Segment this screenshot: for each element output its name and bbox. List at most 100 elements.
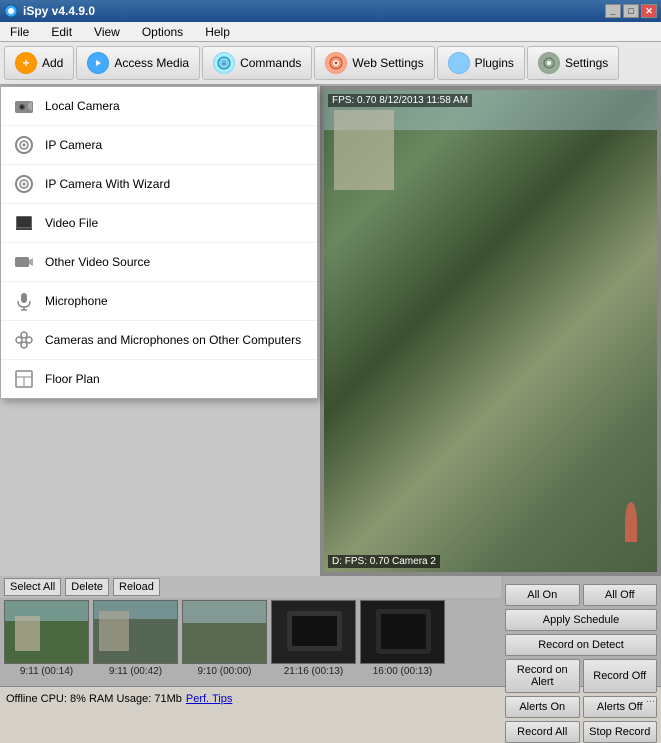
access-media-label: Access Media	[114, 56, 189, 70]
main-content: Local Camera IP Camera IP Camera With Wi…	[0, 86, 661, 576]
stop-record-button[interactable]: Stop Record	[583, 721, 658, 743]
access-media-button[interactable]: Access Media	[76, 46, 200, 80]
cameras-other-icon	[13, 329, 35, 351]
ip-camera-item[interactable]: IP Camera	[1, 126, 317, 165]
camera-overlay-text: FPS: 0.70 8/12/2013 11:58 AM	[328, 94, 472, 107]
thumbnail-item-1[interactable]: 9:11 (00:14)	[4, 600, 89, 677]
thumbnail-header: Select All Delete Reload	[0, 576, 501, 598]
record-off-button[interactable]: Record Off	[583, 659, 658, 693]
microphone-icon	[13, 290, 35, 312]
add-button[interactable]: + Add	[4, 46, 74, 80]
web-settings-icon	[325, 52, 347, 74]
camera-building-decoration	[334, 110, 394, 190]
add-dropdown-menu: Local Camera IP Camera IP Camera With Wi…	[0, 86, 318, 399]
minimize-button[interactable]: _	[605, 4, 621, 18]
camera-feed: FPS: 0.70 8/12/2013 11:58 AM D: FPS: 0.7…	[324, 90, 657, 572]
alerts-on-button[interactable]: Alerts On	[505, 696, 580, 718]
commands-button[interactable]: ≡ Commands	[202, 46, 312, 80]
window-controls[interactable]: _ □ ✕	[605, 4, 657, 18]
video-file-icon	[13, 212, 35, 234]
plugins-button[interactable]: Plugins	[437, 46, 525, 80]
ip-camera-wizard-label: IP Camera With Wizard	[45, 177, 170, 191]
cameras-other-item[interactable]: Cameras and Microphones on Other Compute…	[1, 321, 317, 360]
floor-plan-label: Floor Plan	[45, 372, 100, 386]
record-on-alert-button[interactable]: Record on Alert	[505, 659, 580, 693]
add-label: Add	[42, 56, 63, 70]
other-video-item[interactable]: Other Video Source	[1, 243, 317, 282]
bottom-section: Select All Delete Reload 9:11 (00:14) 9:…	[0, 576, 661, 686]
settings-button[interactable]: Settings	[527, 46, 619, 80]
thumb-label-3: 9:10 (00:00)	[198, 666, 252, 677]
local-camera-icon	[13, 95, 35, 117]
plugins-label: Plugins	[475, 56, 514, 70]
web-settings-button[interactable]: Web Settings	[314, 46, 434, 80]
camera-figure-decoration	[625, 502, 637, 542]
thumb-img-4	[271, 600, 356, 664]
thumb-label-5: 16:00 (00:13)	[373, 666, 433, 677]
menu-file[interactable]: File	[4, 23, 35, 41]
record-all-button[interactable]: Record All	[505, 721, 580, 743]
thumbnail-item-3[interactable]: 9:10 (00:00)	[182, 600, 267, 677]
all-on-button[interactable]: All On	[505, 584, 580, 606]
apply-schedule-button[interactable]: Apply Schedule	[505, 609, 657, 631]
left-panel: Local Camera IP Camera IP Camera With Wi…	[0, 86, 320, 576]
right-controls-panel: All On All Off Apply Schedule Record on …	[501, 576, 661, 686]
other-video-label: Other Video Source	[45, 255, 150, 269]
close-button[interactable]: ✕	[641, 4, 657, 18]
commands-icon: ≡	[213, 52, 235, 74]
svg-text:+: +	[22, 56, 29, 70]
ip-camera-wizard-item[interactable]: IP Camera With Wizard	[1, 165, 317, 204]
toolbar: + Add Access Media ≡ Commands Web Settin…	[0, 42, 661, 86]
menu-view[interactable]: View	[88, 23, 126, 41]
record-on-detect-button[interactable]: Record on Detect	[505, 634, 657, 656]
menu-edit[interactable]: Edit	[45, 23, 78, 41]
ip-camera-label: IP Camera	[45, 138, 102, 152]
ctrl-row-6: Record All Stop Record	[505, 721, 657, 743]
thumbnail-item-5[interactable]: 16:00 (00:13)	[360, 600, 445, 677]
microphone-item[interactable]: Microphone	[1, 282, 317, 321]
menu-help[interactable]: Help	[199, 23, 236, 41]
menu-options[interactable]: Options	[136, 23, 189, 41]
thumbnail-item-4[interactable]: 21:16 (00:13)	[271, 600, 356, 677]
camera-label-text: D: FPS: 0.70 Camera 2	[328, 555, 440, 568]
web-settings-label: Web Settings	[352, 56, 423, 70]
select-all-button[interactable]: Select All	[4, 578, 61, 596]
thumb-label-2: 9:11 (00:42)	[109, 666, 162, 677]
thumb-img-3	[182, 600, 267, 664]
right-panel: FPS: 0.70 8/12/2013 11:58 AM D: FPS: 0.7…	[320, 86, 661, 576]
ip-camera-wizard-icon	[13, 173, 35, 195]
svg-text:≡: ≡	[222, 59, 227, 68]
local-camera-item[interactable]: Local Camera	[1, 87, 317, 126]
video-file-item[interactable]: Video File	[1, 204, 317, 243]
floor-plan-icon	[13, 368, 35, 390]
thumb-img-1	[4, 600, 89, 664]
add-icon: +	[15, 52, 37, 74]
delete-button[interactable]: Delete	[65, 578, 109, 596]
thumb-label-1: 9:11 (00:14)	[20, 666, 73, 677]
floor-plan-item[interactable]: Floor Plan	[1, 360, 317, 398]
reload-button[interactable]: Reload	[113, 578, 160, 596]
menu-bar: File Edit View Options Help	[0, 22, 661, 42]
cameras-other-label: Cameras and Microphones on Other Compute…	[45, 333, 301, 347]
thumbnail-item-2[interactable]: 9:11 (00:42)	[93, 600, 178, 677]
ctrl-row-5: Alerts On Alerts Off	[505, 696, 657, 718]
status-dots: ...	[646, 693, 655, 705]
all-off-button[interactable]: All Off	[583, 584, 658, 606]
access-media-icon	[87, 52, 109, 74]
thumbnail-row: 9:11 (00:14) 9:11 (00:42) 9:10 (00:00) 2…	[0, 598, 501, 679]
local-camera-label: Local Camera	[45, 99, 120, 113]
thumb-img-2	[93, 600, 178, 664]
commands-label: Commands	[240, 56, 301, 70]
video-file-label: Video File	[45, 216, 98, 230]
other-video-icon	[13, 251, 35, 273]
title-bar: iSpy v4.4.9.0 _ □ ✕	[0, 0, 661, 22]
thumb-label-4: 21:16 (00:13)	[284, 666, 344, 677]
maximize-button[interactable]: □	[623, 4, 639, 18]
settings-icon	[538, 52, 560, 74]
ctrl-row-1: All On All Off	[505, 584, 657, 606]
settings-label: Settings	[565, 56, 608, 70]
ctrl-row-4: Record on Alert Record Off	[505, 659, 657, 693]
perf-tips-link[interactable]: Perf. Tips	[186, 693, 232, 705]
thumb-img-5	[360, 600, 445, 664]
app-icon	[4, 4, 18, 18]
